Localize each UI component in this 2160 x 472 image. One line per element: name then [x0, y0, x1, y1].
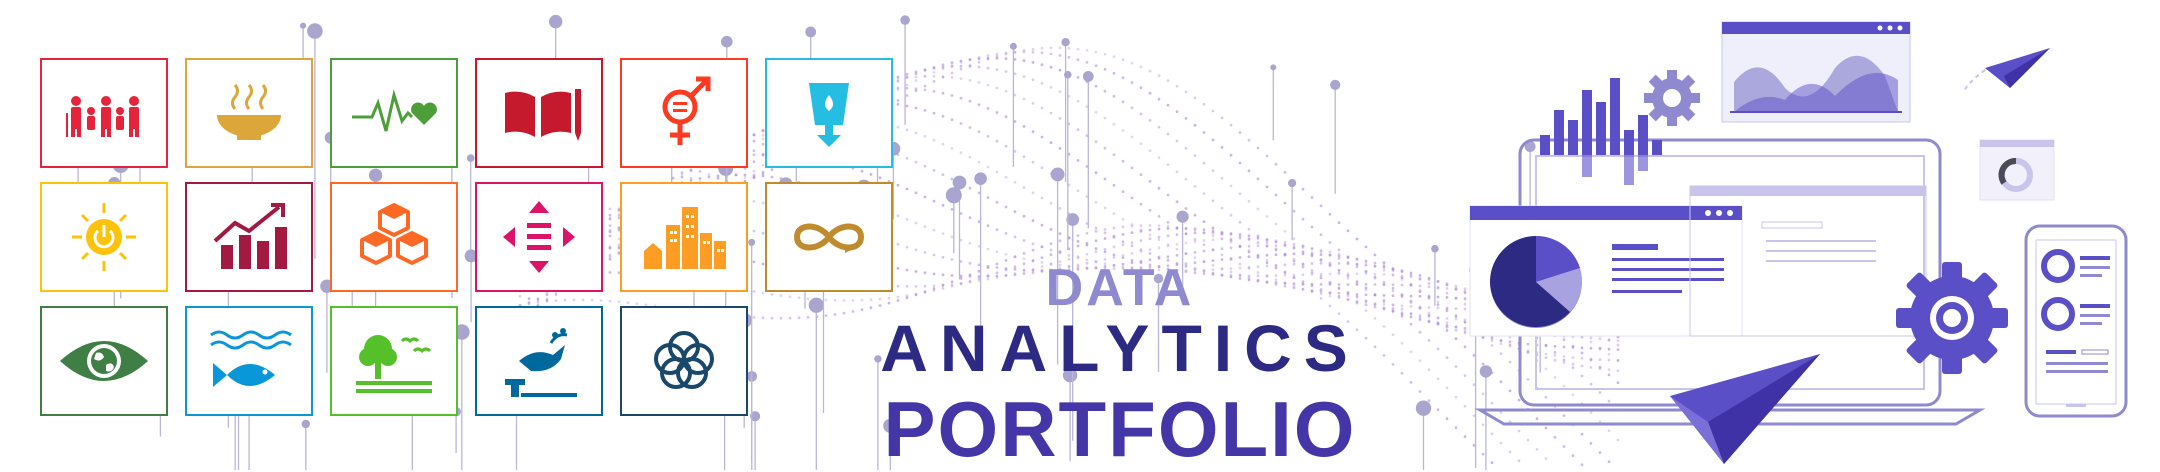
rings-icon: [654, 331, 714, 389]
dove-gavel-icon: [505, 328, 577, 397]
sdg-tile-food: [185, 58, 313, 168]
sdg-tile-life-on-land: [330, 306, 458, 416]
sdg-tile-family: [40, 58, 168, 168]
fish-waves-icon: [210, 330, 292, 387]
sdg-tile-partnerships: [620, 306, 748, 416]
sun-power-icon: [72, 203, 136, 271]
growth-chart-icon: [213, 203, 287, 269]
sdg-tile-economic-growth: [185, 182, 313, 292]
area-chart-window: [1721, 21, 1911, 123]
donut-chart-window: [1979, 139, 2055, 201]
sdg-tile-inequality: [475, 182, 603, 292]
sdg-tile-education: [475, 58, 603, 168]
sdg-tile-gender: [620, 58, 748, 168]
food-bowl-icon: [217, 84, 281, 140]
cubes-icon: [360, 203, 428, 265]
paper-plane-icon: [1962, 48, 2050, 93]
water-tap-icon: [809, 83, 849, 147]
tree-birds-icon: [356, 335, 432, 393]
banner: DATA ANALYTICS PORTFOLIO: [0, 0, 2160, 472]
title-portfolio: PORTFOLIO: [883, 385, 1357, 472]
city-buildings-icon: [644, 207, 726, 269]
phone-icon: [2024, 224, 2128, 418]
bar-chart-icon: [1540, 78, 1662, 185]
title-analytics: ANALYTICS: [880, 311, 1360, 385]
analytics-illustration: [1469, 21, 2128, 464]
sdg-tile-health: [330, 58, 458, 168]
sdg-tile-cities: [620, 182, 748, 292]
pie-chart-card: [1469, 205, 1743, 337]
gender-equality-icon: [662, 76, 711, 145]
book-pencil-icon: [505, 89, 581, 141]
sdg-tile-energy: [40, 182, 168, 292]
sdg-tile-industry: [330, 182, 458, 292]
eye-globe-icon: [60, 341, 148, 381]
large-gear-icon: [1896, 262, 2008, 374]
equality-arrows-icon: [503, 201, 575, 273]
sdg-tile-water: [765, 58, 893, 168]
sdg-tile-peace-justice: [475, 306, 603, 416]
sdg-tile-climate: [40, 306, 168, 416]
family-icon: [66, 96, 139, 137]
heartbeat-icon: [352, 89, 437, 132]
title-data: DATA: [1045, 259, 1195, 317]
sdg-tile-life-below-water: [185, 306, 313, 416]
gear-icon: [1644, 70, 1700, 126]
